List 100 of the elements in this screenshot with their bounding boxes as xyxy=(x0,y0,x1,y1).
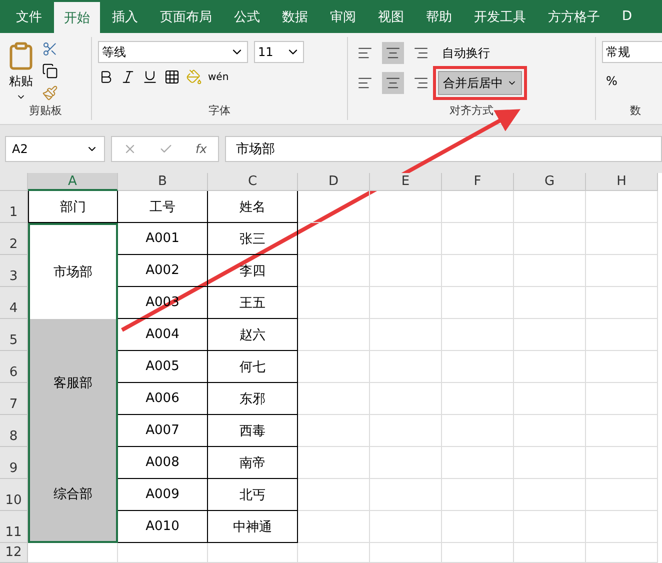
table-cell: 南帝 xyxy=(208,447,298,479)
merged-cell: 市场部 xyxy=(28,223,118,319)
ribbon-tab[interactable]: 审阅 xyxy=(320,0,366,33)
row-header: 4 xyxy=(0,287,28,319)
column-header[interactable]: H xyxy=(586,173,658,191)
italic-icon[interactable] xyxy=(120,69,136,85)
empty-cell xyxy=(514,319,586,351)
fill-color-icon[interactable] xyxy=(186,69,202,85)
table-cell: 工号 xyxy=(118,191,208,223)
row-header: 3 xyxy=(0,255,28,287)
group-label: 字体 xyxy=(208,103,232,118)
align-center-icon[interactable] xyxy=(382,42,404,64)
column-header[interactable]: C xyxy=(208,173,298,191)
row-header: 10 xyxy=(0,479,28,511)
empty-cell xyxy=(370,351,442,383)
table-cell: A006 xyxy=(118,383,208,415)
paste-button[interactable]: 粘贴 xyxy=(6,41,36,103)
empty-cell xyxy=(370,543,442,563)
empty-cell xyxy=(586,383,658,415)
column-header[interactable]: A xyxy=(28,173,118,191)
font-name-field[interactable]: 等线 xyxy=(98,41,248,63)
column-header[interactable]: F xyxy=(442,173,514,191)
empty-cell xyxy=(514,543,586,563)
table-cell: A008 xyxy=(118,447,208,479)
empty-cell xyxy=(514,383,586,415)
ribbon-tab[interactable]: 文件 xyxy=(6,0,52,33)
formula-field[interactable]: 市场部 xyxy=(225,136,662,162)
table-cell: 张三 xyxy=(208,223,298,255)
empty-cell xyxy=(298,287,370,319)
table-cell: A001 xyxy=(118,223,208,255)
empty-cell xyxy=(514,223,586,255)
ribbon-tab[interactable]: 公式 xyxy=(224,0,270,33)
empty-cell xyxy=(442,287,514,319)
empty-cell xyxy=(586,415,658,447)
row-header: 12 xyxy=(0,543,28,563)
ribbon-tab[interactable]: 插入 xyxy=(102,0,148,33)
name-box[interactable]: A2 xyxy=(5,136,105,162)
copy-icon[interactable] xyxy=(42,63,58,79)
ribbon-tab[interactable]: 视图 xyxy=(368,0,414,33)
underline-icon[interactable] xyxy=(142,69,158,85)
ribbon-tab[interactable]: 数据 xyxy=(272,0,318,33)
empty-cell xyxy=(298,447,370,479)
row-header: 2 xyxy=(0,223,28,255)
percent-button[interactable]: % xyxy=(602,69,662,93)
ribbon-tab[interactable]: 帮助 xyxy=(416,0,462,33)
row-header: 8 xyxy=(0,415,28,447)
empty-cell xyxy=(370,511,442,543)
empty-cell xyxy=(442,319,514,351)
column-header[interactable]: E xyxy=(370,173,442,191)
empty-cell xyxy=(442,255,514,287)
ribbon-tab[interactable]: 开发工具 xyxy=(464,0,536,33)
empty-cell xyxy=(370,223,442,255)
align-center-icon[interactable] xyxy=(382,72,404,94)
merged-cell: 客服部 xyxy=(28,319,118,447)
group-label: 剪贴板 xyxy=(28,103,63,118)
empty-cell xyxy=(298,255,370,287)
empty-cell xyxy=(442,383,514,415)
empty-cell xyxy=(514,191,586,223)
column-header[interactable]: G xyxy=(514,173,586,191)
table-cell: 李四 xyxy=(208,255,298,287)
table-cell: 王五 xyxy=(208,287,298,319)
insert-function-button[interactable]: fx xyxy=(196,142,207,156)
font-size-field[interactable]: 11 xyxy=(254,41,304,63)
ribbon-tab[interactable]: D xyxy=(612,0,642,33)
empty-cell xyxy=(586,479,658,511)
empty-cell xyxy=(298,511,370,543)
border-icon[interactable] xyxy=(164,69,180,85)
table-cell: 东邪 xyxy=(208,383,298,415)
column-header[interactable]: B xyxy=(118,173,208,191)
empty-cell xyxy=(370,383,442,415)
format-painter-icon[interactable] xyxy=(42,85,58,101)
ribbon-tab[interactable]: 页面布局 xyxy=(150,0,222,33)
table-cell: A010 xyxy=(118,511,208,543)
row-header: 5 xyxy=(0,319,28,351)
empty-cell xyxy=(514,255,586,287)
empty-cell xyxy=(514,351,586,383)
ribbon-tab[interactable]: 开始 xyxy=(54,2,100,33)
empty-cell xyxy=(298,543,370,563)
empty-cell xyxy=(586,255,658,287)
empty-cell xyxy=(298,415,370,447)
empty-cell xyxy=(370,319,442,351)
wrap-text-button[interactable]: 自动换行 xyxy=(438,41,494,65)
empty-cell xyxy=(586,511,658,543)
empty-cell xyxy=(298,191,370,223)
empty-cell xyxy=(442,511,514,543)
table-cell: 中神通 xyxy=(208,511,298,543)
number-format-field[interactable]: 常规 xyxy=(602,41,662,63)
empty-cell xyxy=(298,351,370,383)
cut-icon[interactable] xyxy=(42,41,58,57)
row-header: 11 xyxy=(0,511,28,543)
empty-cell xyxy=(514,479,586,511)
empty-cell xyxy=(586,319,658,351)
ribbon-tab[interactable]: 方方格子 xyxy=(538,0,610,33)
empty-cell xyxy=(442,415,514,447)
table-cell: 何七 xyxy=(208,351,298,383)
column-header[interactable]: D xyxy=(298,173,370,191)
empty-cell xyxy=(586,191,658,223)
empty-cell xyxy=(514,511,586,543)
row-header: 9 xyxy=(0,447,28,479)
table-cell: A009 xyxy=(118,479,208,511)
